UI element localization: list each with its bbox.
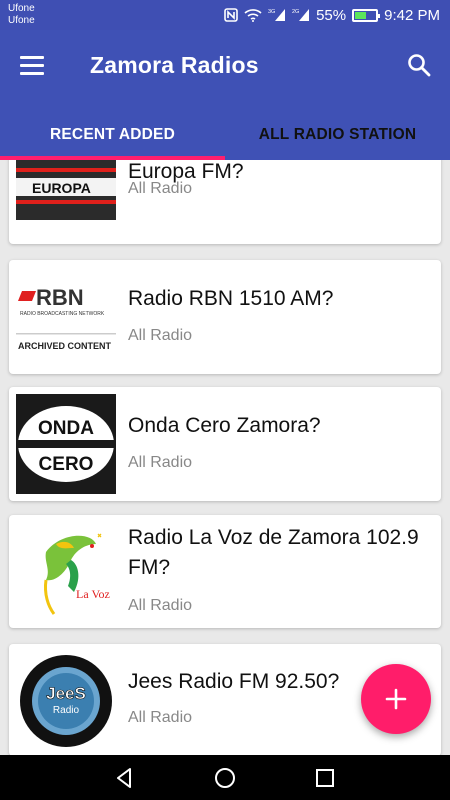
station-category: All Radio (128, 709, 193, 726)
clock: 9:42 PM (384, 6, 440, 24)
svg-text:EUROPA: EUROPA (32, 180, 91, 196)
svg-text:RBN: RBN (36, 285, 84, 310)
svg-text:JeeS: JeeS (46, 684, 86, 703)
tab-recent-added[interactable]: RECENT ADDED (0, 110, 225, 160)
onda-cero-logo: ONDA CERO (16, 394, 116, 494)
battery-level-fill (355, 11, 367, 19)
battery-icon (352, 8, 381, 22)
add-icon (385, 688, 407, 710)
nfc-icon (224, 8, 238, 22)
network-label-1: 3G (268, 9, 275, 15)
status-icons: 3G 2G 55% 9:42 PM (224, 5, 440, 25)
station-category: All Radio (128, 454, 193, 471)
station-category: All Radio (128, 180, 193, 197)
jees-radio-logo: JeeS Radio (16, 651, 116, 751)
station-title: Radio La Voz de Zamora 102.9 FM? (128, 526, 419, 579)
svg-text:ARCHIVED CONTENT: ARCHIVED CONTENT (18, 341, 112, 351)
carrier-label-2: Ufone (8, 15, 35, 26)
carrier-label-1: Ufone (8, 3, 35, 14)
add-button[interactable] (361, 664, 431, 734)
station-card-onda-cero[interactable]: ONDA CERO Onda Cero Zamora? All Radio (9, 387, 441, 501)
network-label-2: 2G (292, 9, 299, 15)
recents-icon[interactable] (312, 765, 338, 791)
signal-icon-1: 3G (268, 8, 286, 22)
app-bar: Zamora Radios RECENT ADDED ALL RADIO STA… (0, 30, 450, 160)
la-voz-logo: La Voz (16, 522, 116, 622)
back-icon[interactable] (112, 765, 138, 791)
app-screen: Ufone Ufone 3G 2G 55% 9:42 PM Zamora Rad… (0, 0, 450, 800)
station-title: Radio RBN 1510 AM? (128, 287, 334, 310)
app-title: Zamora Radios (90, 52, 259, 78)
station-card-rbn[interactable]: RBN RADIO BROADCASTING NETWORK ARCHIVED … (9, 260, 441, 374)
station-card-europa-fm[interactable]: EUROPA Europa FM? All Radio (9, 160, 441, 244)
hamburger-menu-icon[interactable] (20, 52, 50, 78)
svg-text:La Voz: La Voz (76, 587, 110, 601)
rbn-logo: RBN RADIO BROADCASTING NETWORK ARCHIVED … (16, 267, 116, 367)
system-nav-bar (0, 755, 450, 800)
tab-bar: RECENT ADDED ALL RADIO STATION (0, 110, 450, 160)
station-card-la-voz[interactable]: La Voz Radio La Voz de Zamora 102.9 FM? … (9, 515, 441, 628)
svg-text:ONDA: ONDA (38, 418, 94, 439)
tab-all-radio-station[interactable]: ALL RADIO STATION (225, 110, 450, 160)
home-icon[interactable] (212, 765, 238, 791)
search-icon[interactable] (406, 52, 432, 78)
europa-fm-logo: EUROPA (16, 160, 116, 240)
station-category: All Radio (128, 327, 193, 344)
status-bar: Ufone Ufone 3G 2G 55% 9:42 PM (0, 0, 450, 30)
svg-text:RADIO BROADCASTING NETWORK: RADIO BROADCASTING NETWORK (20, 311, 105, 317)
station-title: Onda Cero Zamora? (128, 414, 321, 437)
battery-percent: 55% (316, 6, 347, 24)
svg-text:CERO: CERO (39, 454, 94, 475)
signal-icon-2: 2G (292, 8, 310, 22)
station-category: All Radio (128, 597, 193, 614)
svg-text:Radio: Radio (53, 705, 80, 716)
wifi-icon (244, 8, 262, 22)
